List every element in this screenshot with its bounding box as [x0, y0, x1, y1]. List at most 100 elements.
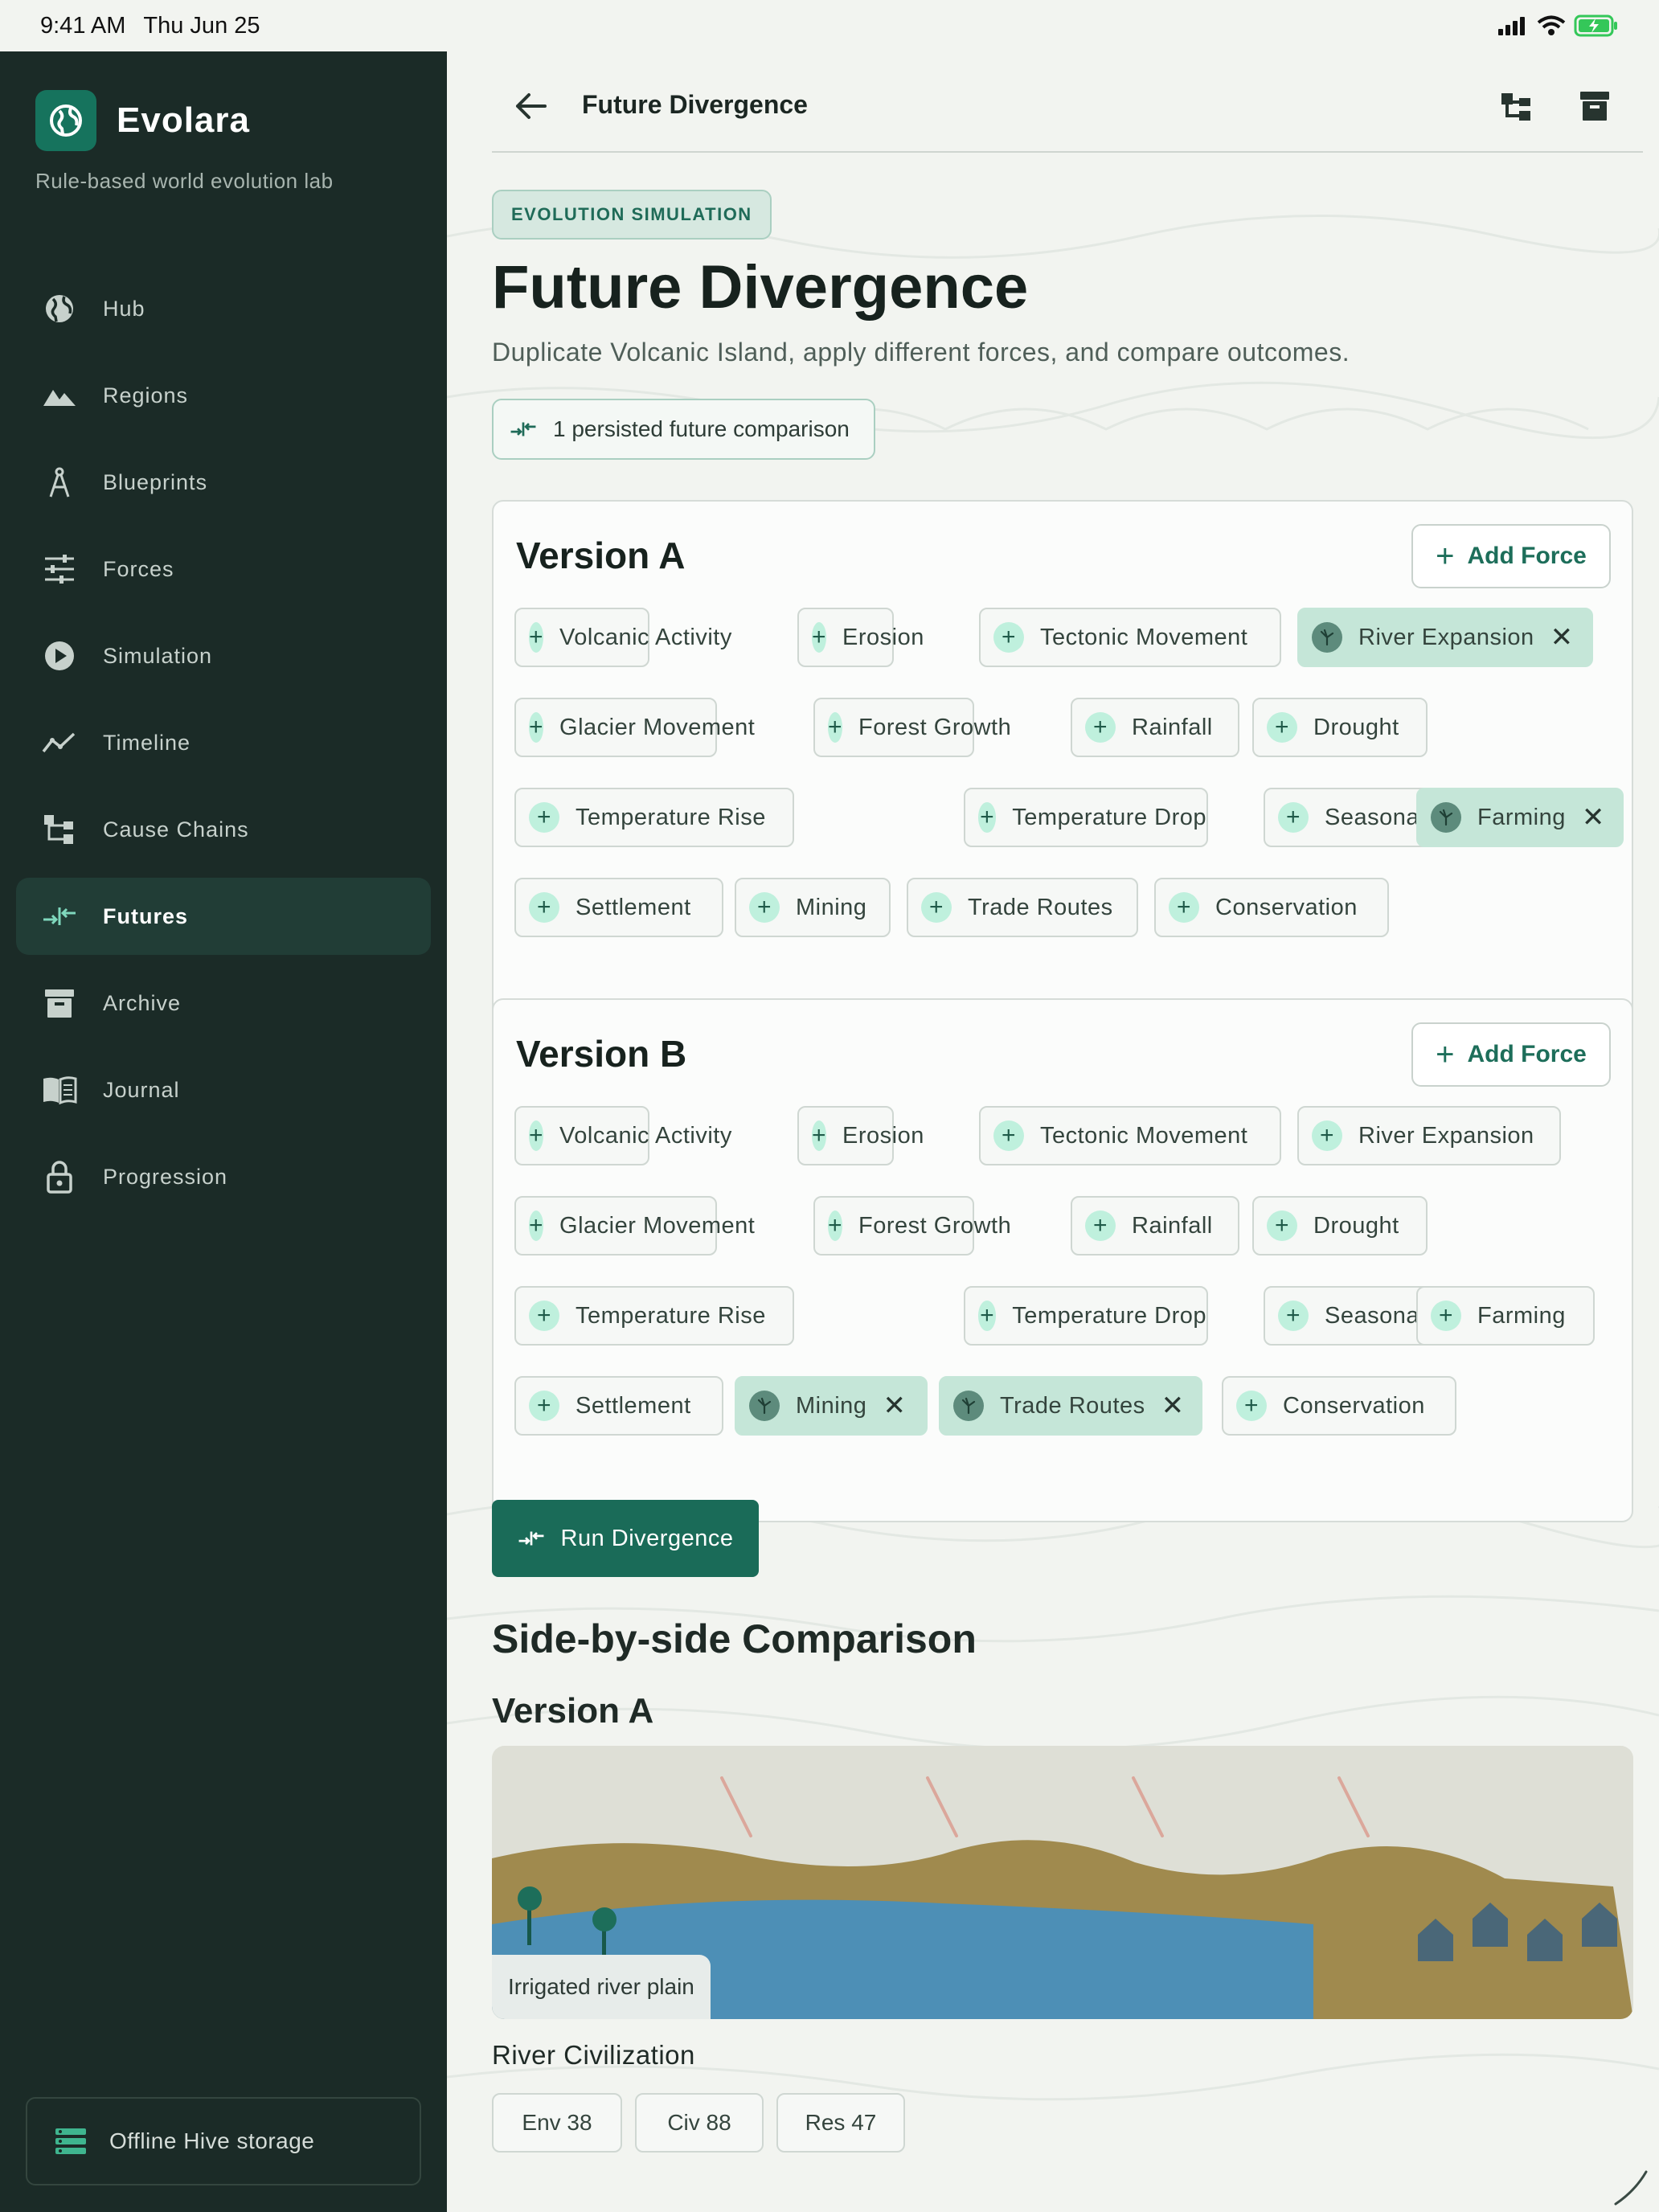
force-chip-farming[interactable]: + Farming — [1416, 1286, 1595, 1346]
force-chip-farming[interactable]: Farming ✕ — [1416, 788, 1624, 847]
force-chip-label: Trade Routes — [1000, 1392, 1145, 1419]
plus-icon: + — [529, 622, 544, 653]
plus-icon: + — [749, 892, 780, 923]
page-subtitle: Duplicate Volcanic Island, apply differe… — [492, 338, 1350, 367]
sidebar-item-label: Hub — [103, 296, 145, 321]
force-chip-label: Settlement — [576, 894, 691, 920]
plus-icon: + — [529, 802, 559, 833]
run-divergence-button[interactable]: Run Divergence — [492, 1500, 759, 1577]
remove-force-icon[interactable]: ✕ — [1550, 624, 1574, 651]
civilization-name: River Civilization — [492, 2040, 695, 2070]
force-chip-tectonic-movement[interactable]: + Tectonic Movement — [979, 1106, 1281, 1165]
resize-handle-icon[interactable] — [1611, 2167, 1651, 2207]
sidebar-nav: Hub Regions Blueprints Forces Simulation… — [16, 270, 431, 1225]
force-chip-tectonic-movement[interactable]: + Tectonic Movement — [979, 608, 1281, 667]
plus-icon: + — [529, 1210, 544, 1241]
force-chip-label: Rainfall — [1132, 714, 1213, 740]
sidebar-item-label: Simulation — [103, 643, 213, 668]
force-chip-river-expansion[interactable]: River Expansion ✕ — [1297, 608, 1593, 667]
force-chip-trade-routes[interactable]: + Trade Routes — [907, 878, 1138, 937]
timeline-icon — [42, 725, 77, 760]
force-chip-glacier-movement[interactable]: + Glacier Movement — [514, 1196, 755, 1256]
force-chip-erosion[interactable]: + Erosion — [797, 608, 924, 667]
scene-label: Irrigated river plain — [492, 1955, 711, 2019]
sidebar-item-regions[interactable]: Regions — [16, 357, 431, 434]
lock-icon — [42, 1159, 77, 1194]
offline-storage-indicator[interactable]: Offline Hive storage — [26, 2097, 421, 2185]
force-chip-drought[interactable]: + Drought — [1252, 1196, 1428, 1256]
add-force-button[interactable]: + Add Force — [1411, 1022, 1611, 1087]
force-chip-glacier-movement[interactable]: + Glacier Movement — [514, 698, 755, 757]
sidebar-item-timeline[interactable]: Timeline — [16, 704, 431, 781]
plus-icon: + — [1312, 1120, 1342, 1151]
force-chip-river-expansion[interactable]: + River Expansion — [1297, 1106, 1561, 1165]
diverge-icon — [510, 422, 536, 436]
remove-force-icon[interactable]: ✕ — [1161, 1392, 1185, 1419]
sidebar-item-label: Regions — [103, 383, 189, 408]
plus-icon: + — [529, 892, 559, 923]
back-arrow-icon[interactable] — [511, 88, 550, 124]
page-title: Future Divergence — [492, 253, 1029, 322]
force-active-icon — [953, 1391, 984, 1421]
force-chip-rainfall[interactable]: + Rainfall — [1071, 698, 1239, 757]
force-chip-label: Forest Growth — [858, 1212, 1012, 1239]
force-chip-label: Temperature Drop — [1012, 804, 1206, 830]
sidebar-item-archive[interactable]: Archive — [16, 965, 431, 1042]
sidebar-item-cause-chains[interactable]: Cause Chains — [16, 791, 431, 868]
force-chip-conservation[interactable]: + Conservation — [1222, 1376, 1456, 1436]
hierarchy-icon[interactable] — [1497, 87, 1535, 125]
sidebar-item-blueprints[interactable]: Blueprints — [16, 444, 431, 521]
force-chip-mining[interactable]: Mining ✕ — [735, 1376, 928, 1436]
force-chip-volcanic-activity[interactable]: + Volcanic Activity — [514, 608, 731, 667]
sidebar: Evolara Rule-based world evolution lab H… — [0, 51, 447, 2212]
plus-icon: + — [1169, 892, 1199, 923]
plus-icon: + — [1267, 712, 1297, 743]
storage-icon — [53, 2124, 88, 2159]
remove-force-icon[interactable]: ✕ — [1582, 804, 1605, 831]
brand[interactable]: Evolara — [35, 90, 250, 151]
force-chip-settlement[interactable]: + Settlement — [514, 878, 723, 937]
plus-icon: + — [1278, 1301, 1309, 1331]
sidebar-item-forces[interactable]: Forces — [16, 530, 431, 608]
force-chip-drought[interactable]: + Drought — [1252, 698, 1428, 757]
sidebar-item-label: Journal — [103, 1077, 180, 1102]
plus-icon: + — [1236, 1391, 1267, 1421]
force-chip-temperature-rise[interactable]: + Temperature Rise — [514, 1286, 794, 1346]
force-chip-trade-routes[interactable]: Trade Routes ✕ — [939, 1376, 1202, 1436]
plus-icon: + — [978, 1301, 997, 1331]
sidebar-item-futures[interactable]: Futures — [16, 878, 431, 955]
force-chip-forest-growth[interactable]: + Forest Growth — [813, 698, 1011, 757]
force-chip-label: Conservation — [1283, 1392, 1425, 1419]
force-chip-label: Drought — [1313, 1212, 1399, 1239]
force-chip-erosion[interactable]: + Erosion — [797, 1106, 924, 1165]
force-chip-temperature-drop[interactable]: + Temperature Drop — [964, 788, 1208, 847]
force-chip-temperature-drop[interactable]: + Temperature Drop — [964, 1286, 1208, 1346]
version-title: Version B — [516, 1033, 687, 1075]
sidebar-item-simulation[interactable]: Simulation — [16, 617, 431, 694]
sidebar-item-hub[interactable]: Hub — [16, 270, 431, 347]
force-chip-label: Erosion — [842, 1122, 924, 1149]
app-tagline: Rule-based world evolution lab — [35, 169, 334, 193]
remove-force-icon[interactable]: ✕ — [883, 1392, 906, 1419]
add-force-button[interactable]: + Add Force — [1411, 524, 1611, 588]
status-time: 9:41 AM — [40, 12, 126, 39]
force-chip-mining[interactable]: + Mining — [735, 878, 891, 937]
force-chip-conservation[interactable]: + Conservation — [1154, 878, 1389, 937]
system-indicators — [1497, 14, 1619, 37]
plus-icon: + — [978, 802, 997, 833]
stat-env: Env 38 — [492, 2093, 622, 2153]
sidebar-item-journal[interactable]: Journal — [16, 1051, 431, 1129]
hierarchy-icon — [42, 812, 77, 847]
force-chip-rainfall[interactable]: + Rainfall — [1071, 1196, 1239, 1256]
force-chip-forest-growth[interactable]: + Forest Growth — [813, 1196, 1011, 1256]
force-chip-temperature-rise[interactable]: + Temperature Rise — [514, 788, 794, 847]
force-active-icon — [749, 1391, 780, 1421]
archive-icon[interactable] — [1575, 87, 1614, 125]
force-chip-label: River Expansion — [1358, 1122, 1534, 1149]
persisted-comparison-chip[interactable]: 1 persisted future comparison — [492, 399, 875, 460]
force-chip-settlement[interactable]: + Settlement — [514, 1376, 723, 1436]
sidebar-item-progression[interactable]: Progression — [16, 1138, 431, 1215]
force-chip-volcanic-activity[interactable]: + Volcanic Activity — [514, 1106, 731, 1165]
force-chip-label: Volcanic Activity — [559, 1122, 732, 1149]
force-active-icon — [1431, 802, 1461, 833]
